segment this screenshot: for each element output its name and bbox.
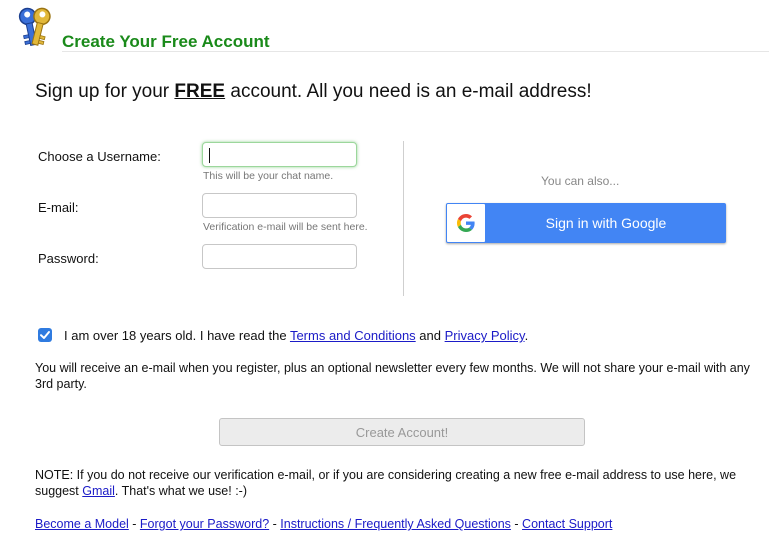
email-label: E-mail: bbox=[38, 200, 79, 215]
google-signin-label: Sign in with Google bbox=[545, 215, 667, 231]
agreement-text-middle: and bbox=[415, 328, 445, 343]
username-label: Choose a Username: bbox=[38, 149, 161, 164]
text-caret bbox=[209, 148, 210, 163]
email-notice: You will receive an e-mail when you regi… bbox=[35, 361, 750, 391]
age-terms-checkbox[interactable] bbox=[38, 328, 52, 342]
footer-separator: - bbox=[128, 517, 140, 531]
google-g-icon bbox=[447, 204, 485, 242]
privacy-link[interactable]: Privacy Policy bbox=[445, 328, 525, 343]
gmail-note: NOTE: If you do not receive our verifica… bbox=[35, 467, 770, 499]
contact-support-link[interactable]: Contact Support bbox=[522, 517, 612, 531]
agreement-text-after: . bbox=[524, 328, 529, 343]
forgot-password-link[interactable]: Forgot your Password? bbox=[140, 517, 269, 531]
headline-text-before: Sign up for your bbox=[35, 81, 175, 102]
create-account-button[interactable]: Create Account! bbox=[219, 418, 585, 446]
footer-separator: - bbox=[269, 517, 281, 531]
checkmark-icon bbox=[40, 331, 50, 339]
headline-emphasis: FREE bbox=[174, 81, 226, 102]
agreement-text: I am over 18 years old. I have read the … bbox=[64, 328, 528, 343]
username-hint: This will be your chat name. bbox=[203, 170, 334, 182]
also-text: You can also... bbox=[541, 174, 620, 188]
footer-links: Become a Model - Forgot your Password? -… bbox=[35, 517, 612, 531]
agreement-text-before: I am over 18 years old. I have read the bbox=[64, 328, 290, 343]
email-input[interactable] bbox=[202, 193, 357, 218]
password-input[interactable] bbox=[202, 244, 357, 269]
become-model-link[interactable]: Become a Model bbox=[35, 517, 129, 531]
password-label: Password: bbox=[38, 251, 99, 266]
faq-link[interactable]: Instructions / Frequently Asked Question… bbox=[280, 517, 511, 531]
footer-separator: - bbox=[510, 517, 523, 531]
page-title: Create Your Free Account bbox=[62, 32, 270, 51]
note-text-after: . That's what we use! :-) bbox=[114, 484, 247, 498]
google-signin-button[interactable]: Sign in with Google bbox=[446, 203, 726, 243]
email-hint: Verification e-mail will be sent here. bbox=[203, 221, 368, 233]
username-input[interactable] bbox=[202, 142, 357, 167]
gmail-link[interactable]: Gmail bbox=[82, 484, 115, 498]
page-header: Create Your Free Account bbox=[0, 0, 783, 52]
terms-link[interactable]: Terms and Conditions bbox=[290, 328, 416, 343]
keys-logo-icon bbox=[16, 4, 52, 52]
signup-headline: Sign up for your FREE account. All you n… bbox=[35, 81, 592, 103]
headline-text-after: account. All you need is an e-mail addre… bbox=[225, 81, 592, 102]
header-divider bbox=[62, 51, 769, 52]
form-divider bbox=[403, 141, 404, 296]
